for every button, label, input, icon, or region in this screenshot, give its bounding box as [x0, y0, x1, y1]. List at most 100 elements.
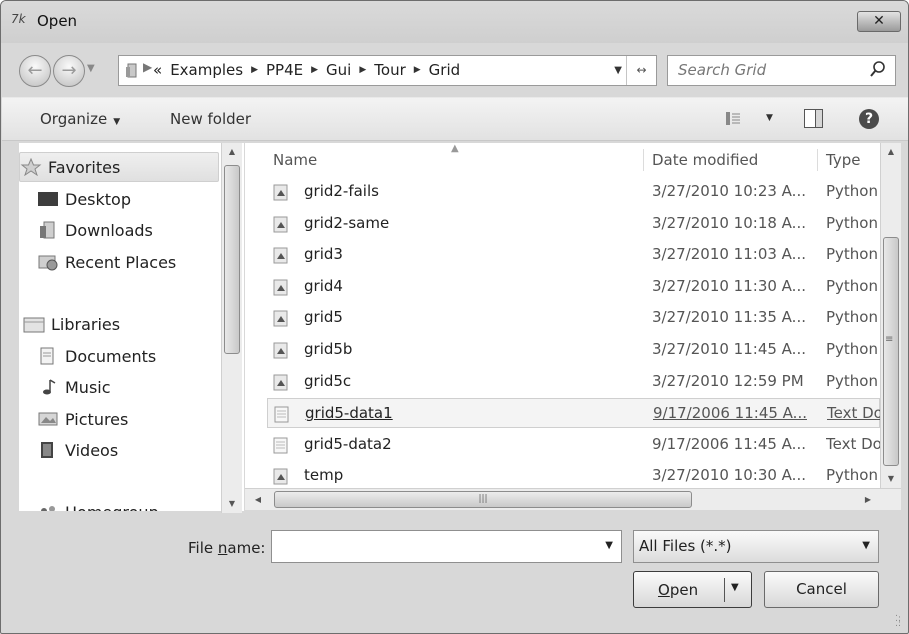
- nav-desktop[interactable]: Desktop: [37, 184, 131, 214]
- file-row[interactable]: grid5-data1 9/17/2006 11:45 A... Text Do: [267, 398, 881, 429]
- file-type: Text Do: [826, 434, 880, 453]
- file-name: grid4: [304, 276, 343, 295]
- open-button-label: Open: [658, 581, 698, 599]
- file-date-modified: 3/27/2010 12:59 PM: [652, 371, 804, 390]
- scroll-right-icon[interactable]: ▶: [859, 491, 877, 509]
- open-split-divider: [724, 578, 725, 602]
- nav-recent-places[interactable]: Recent Places: [37, 247, 176, 277]
- file-date-modified: 3/27/2010 11:35 A...: [652, 308, 806, 327]
- file-row[interactable]: grid2-same 3/27/2010 10:18 A... Python: [267, 209, 880, 239]
- file-row[interactable]: grid4 3/27/2010 11:30 A... Python: [267, 272, 880, 302]
- nav-desktop-label: Desktop: [65, 189, 131, 209]
- file-row[interactable]: grid2-fails 3/27/2010 10:23 A... Python: [267, 177, 880, 207]
- file-name-combobox[interactable]: ▼: [271, 530, 622, 563]
- breadcrumb-grid[interactable]: Grid: [429, 61, 460, 79]
- scroll-left-icon[interactable]: ◀: [249, 491, 267, 509]
- file-name-input[interactable]: [278, 537, 578, 555]
- cancel-button[interactable]: Cancel: [764, 571, 879, 608]
- column-header-type[interactable]: Type: [826, 143, 860, 177]
- preview-pane-icon[interactable]: [804, 109, 823, 128]
- file-row[interactable]: grid5-data2 9/17/2006 11:45 A... Text Do: [267, 430, 880, 460]
- h-scroll-thumb[interactable]: |||: [274, 491, 692, 508]
- file-type: Python: [826, 213, 878, 232]
- file-scroll-thumb[interactable]: [883, 237, 899, 466]
- nav-pictures[interactable]: Pictures: [37, 404, 128, 434]
- nav-videos[interactable]: Videos: [37, 435, 118, 465]
- nav-documents-label: Documents: [65, 346, 157, 366]
- breadcrumb-overflow[interactable]: «: [153, 61, 162, 79]
- recent-pages-dropdown[interactable]: ▼: [87, 63, 95, 74]
- scroll-up-icon[interactable]: ▲: [222, 143, 242, 161]
- search-input[interactable]: [678, 61, 858, 79]
- column-header-date[interactable]: Date modified: [652, 143, 758, 177]
- nav-homegroup[interactable]: Homegroup: [37, 497, 159, 511]
- nav-videos-label: Videos: [65, 440, 119, 460]
- close-button[interactable]: ✕: [857, 11, 901, 32]
- file-type: Python: [826, 308, 878, 327]
- nav-scroll-thumb[interactable]: [224, 165, 240, 354]
- chevron-down-icon[interactable]: ▼: [605, 540, 613, 551]
- file-date-modified: 3/27/2010 10:18 A...: [652, 213, 806, 232]
- breadcrumb-examples[interactable]: Examples: [170, 61, 243, 79]
- file-list-scrollbar[interactable]: ▲ ≡ ▼: [880, 143, 901, 488]
- address-dropdown-icon[interactable]: ▼: [614, 65, 622, 76]
- address-bar[interactable]: ▶ « Examples ▶ PP4E ▶ Gui ▶ Tour ▶ Grid …: [118, 55, 657, 86]
- nav-downloads-label: Downloads: [65, 220, 153, 240]
- breadcrumb-arrow-icon[interactable]: ▶: [311, 65, 318, 75]
- forward-button[interactable]: →: [53, 55, 85, 87]
- downloads-icon: [40, 221, 55, 239]
- title-bar[interactable]: 7k Open ✕: [1, 1, 908, 43]
- help-icon[interactable]: ?: [859, 109, 879, 129]
- column-divider[interactable]: [643, 149, 644, 171]
- open-button[interactable]: Open ▼: [633, 571, 752, 608]
- breadcrumb-arrow-icon[interactable]: ▶: [414, 65, 421, 75]
- file-row[interactable]: grid5b 3/27/2010 11:45 A... Python: [267, 335, 880, 365]
- chevron-down-icon[interactable]: ▼: [862, 540, 870, 551]
- file-type-filter[interactable]: All Files (*.*) ▼: [633, 530, 879, 563]
- desktop-icon: [38, 192, 58, 206]
- documents-icon: [40, 347, 54, 365]
- nav-music[interactable]: Music: [37, 372, 111, 402]
- scroll-grip-icon: ≡: [885, 334, 894, 345]
- file-name: grid5-data1: [305, 404, 393, 423]
- nav-libraries[interactable]: Libraries: [23, 309, 120, 339]
- nav-pane-scrollbar[interactable]: ▲ ▼: [221, 143, 242, 513]
- file-name: grid5c: [304, 371, 352, 390]
- file-date-modified: 9/17/2006 11:45 A...: [653, 404, 807, 423]
- breadcrumb-arrow-icon[interactable]: ▶: [359, 65, 366, 75]
- breadcrumb-arrow-icon[interactable]: ▶: [251, 65, 258, 75]
- file-date-modified: 3/27/2010 11:45 A...: [652, 340, 806, 358]
- refresh-button[interactable]: ↔: [626, 56, 656, 85]
- nav-favorites[interactable]: Favorites: [19, 152, 219, 182]
- back-button[interactable]: ←: [19, 55, 51, 87]
- scroll-down-icon[interactable]: ▼: [881, 470, 901, 488]
- scroll-up-icon[interactable]: ▲: [881, 143, 901, 161]
- videos-icon: [41, 442, 53, 458]
- view-options-icon[interactable]: [726, 112, 740, 125]
- view-dropdown-icon[interactable]: ▼: [766, 113, 773, 123]
- breadcrumb-tour[interactable]: Tour: [374, 61, 405, 79]
- text-file-icon: [273, 437, 288, 454]
- breadcrumb-gui[interactable]: Gui: [326, 61, 351, 79]
- search-box[interactable]: [667, 55, 896, 86]
- file-list-hscrollbar[interactable]: ◀ ||| ▶: [245, 488, 901, 510]
- open-options-icon[interactable]: ▼: [731, 582, 739, 593]
- new-folder-button[interactable]: New folder: [170, 110, 251, 128]
- nav-documents[interactable]: Documents: [37, 341, 156, 371]
- resize-grip-icon[interactable]: ..:.:: [895, 610, 901, 629]
- column-divider[interactable]: [817, 149, 818, 171]
- file-name: grid5-data2: [304, 434, 392, 453]
- bottom-panel: File name: ▼ All Files (*.*) ▼ Open ▼ Ca…: [1, 513, 908, 633]
- nav-homegroup-label: Homegroup: [65, 503, 159, 512]
- file-row[interactable]: temp 3/27/2010 10:30 A... Python: [267, 461, 880, 488]
- scroll-down-icon[interactable]: ▼: [222, 495, 242, 513]
- file-row[interactable]: grid5 3/27/2010 11:35 A... Python: [267, 303, 880, 333]
- file-row[interactable]: grid5c 3/27/2010 12:59 PM Python: [267, 367, 880, 397]
- breadcrumb-pp4e[interactable]: PP4E: [266, 61, 303, 79]
- column-header-name[interactable]: Name: [273, 143, 317, 177]
- nav-downloads[interactable]: Downloads: [37, 215, 153, 245]
- organize-button[interactable]: Organize ▼: [40, 110, 120, 128]
- search-icon[interactable]: [869, 60, 887, 80]
- text-file-icon: [274, 406, 289, 423]
- file-row[interactable]: grid3 3/27/2010 11:03 A... Python: [267, 240, 880, 270]
